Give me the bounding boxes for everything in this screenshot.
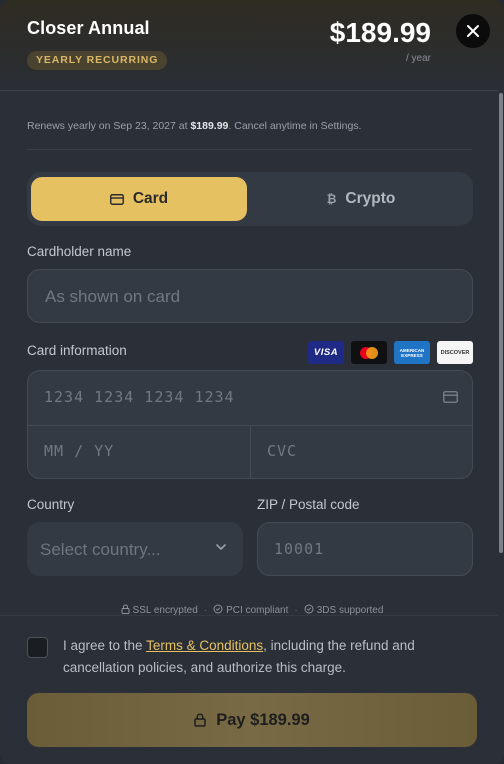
amex-line2: EXPRESS	[401, 352, 423, 358]
divider	[27, 149, 472, 150]
trust-separator: ·	[203, 605, 208, 616]
discover-logo: DISCOVER	[437, 341, 473, 364]
terms-checkbox[interactable]	[27, 637, 48, 658]
amex-logo: AMERICAN EXPRESS	[394, 341, 430, 364]
pay-button-label: Pay $189.99	[216, 710, 310, 729]
tab-crypto-label: Crypto	[345, 190, 396, 207]
expiry-input[interactable]: MM / YY	[28, 425, 249, 478]
zip-placeholder: 10001	[274, 540, 325, 558]
renewal-amount: $189.99	[190, 120, 229, 132]
mastercard-logo	[351, 341, 387, 364]
agree-prefix: I agree to the	[63, 638, 147, 653]
card-info-label: Card information	[27, 343, 127, 358]
visa-logo: VISA	[308, 341, 344, 364]
renewal-suffix: . Cancel anytime in Settings.	[228, 120, 362, 132]
cvc-input[interactable]: CVC	[251, 425, 472, 478]
close-button[interactable]	[456, 14, 490, 48]
bitcoin-icon: ₿	[326, 192, 337, 206]
scrollbar-thumb[interactable]	[499, 93, 503, 553]
lock-icon	[194, 713, 206, 727]
close-icon	[467, 25, 479, 37]
zip-input[interactable]: 10001	[257, 522, 473, 576]
cvc-placeholder: CVC	[267, 442, 298, 460]
pay-button[interactable]: Pay $189.99	[27, 693, 477, 747]
cardholder-label: Cardholder name	[27, 244, 132, 259]
card-number-input[interactable]: 1234 1234 1234 1234	[28, 371, 472, 424]
plan-price: $189.99	[329, 17, 431, 48]
tab-crypto[interactable]: ₿ Crypto	[253, 177, 469, 221]
threeds-label: 3DS supported	[316, 605, 384, 616]
price-period: / year	[405, 53, 431, 64]
terms-link[interactable]: Terms & Conditions	[146, 638, 263, 653]
checkout-modal: Closer Annual YEARLY RECURRING $189.99 /…	[0, 0, 504, 764]
discover-label: DISCOVER	[440, 349, 470, 356]
renewal-notice: Renews yearly on Sep 23, 2027 at $189.99…	[27, 120, 361, 132]
trust-badges: SSL encrypted · PCI compliant · 3DS supporte…	[0, 604, 504, 616]
lock-icon	[121, 604, 130, 614]
credit-card-icon	[109, 193, 124, 205]
ssl-label: SSL encrypted	[132, 605, 198, 616]
country-select[interactable]: Select country...	[27, 522, 243, 576]
cardholder-name-input[interactable]: As shown on card	[27, 269, 473, 323]
modal-header: Closer Annual YEARLY RECURRING $189.99 /…	[0, 0, 504, 91]
billing-badge: YEARLY RECURRING	[27, 51, 168, 70]
tab-card-label: Card	[132, 190, 169, 207]
terms-agreement-text: I agree to the Terms & Conditions, inclu…	[63, 635, 463, 679]
expiry-placeholder: MM / YY	[44, 442, 115, 460]
credit-card-icon	[443, 391, 458, 403]
renewal-prefix: Renews yearly on Sep 23, 2027 at	[27, 120, 191, 132]
country-label: Country	[27, 497, 75, 512]
chevron-down-icon	[216, 544, 226, 550]
tab-card[interactable]: Card	[31, 177, 247, 221]
trust-separator: ·	[294, 605, 298, 616]
country-placeholder: Select country...	[40, 540, 161, 559]
shield-check-icon	[304, 604, 314, 614]
zip-label: ZIP / Postal code	[257, 497, 360, 512]
plan-name: Closer Annual	[27, 18, 150, 38]
pci-label: PCI compliant	[226, 605, 289, 616]
card-number-placeholder: 1234 1234 1234 1234	[44, 388, 235, 406]
payment-method-tabs: Card ₿ Crypto	[27, 172, 473, 226]
cardholder-placeholder: As shown on card	[45, 287, 181, 306]
check-circle-icon	[213, 604, 223, 614]
